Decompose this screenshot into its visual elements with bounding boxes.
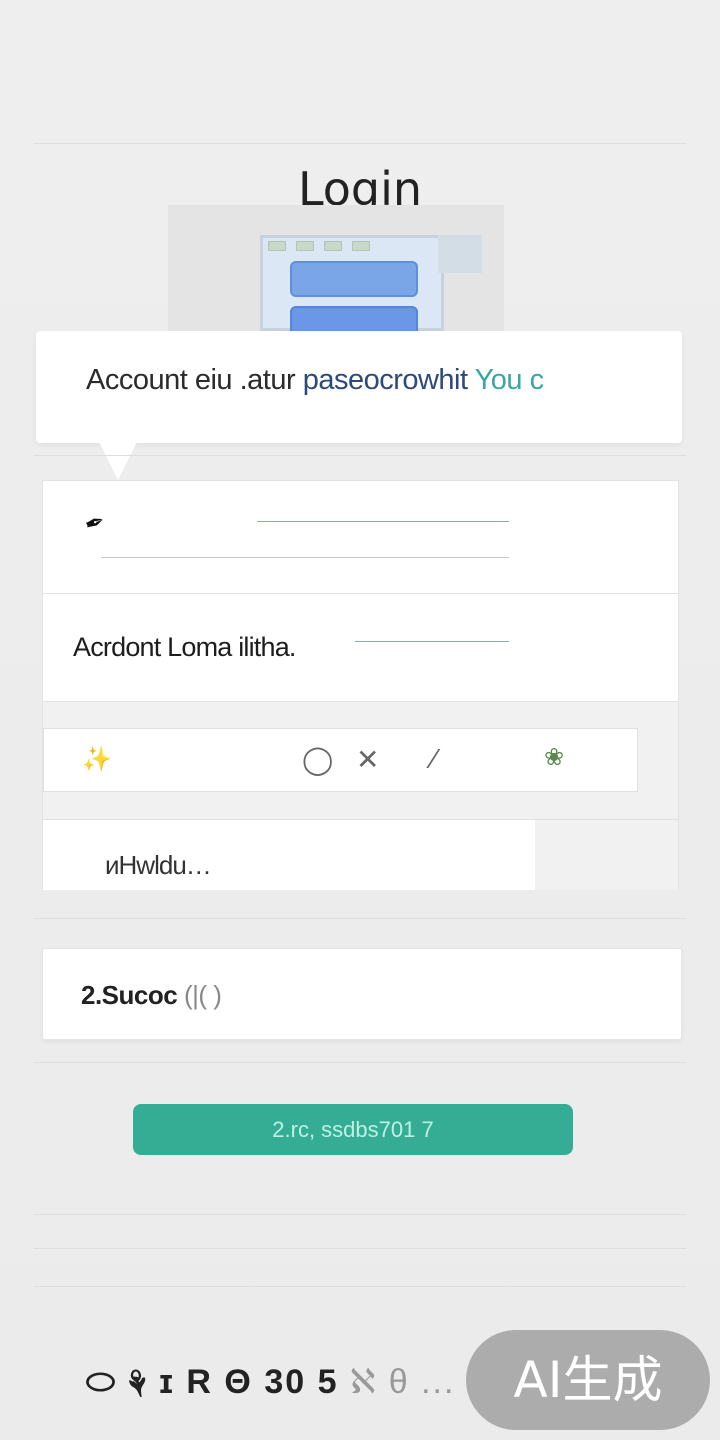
input-underline [355,641,509,642]
login-screen: Login Account eiu .atur paseocrowhit You… [0,0,720,1440]
login-illustration [168,205,504,336]
divider [34,1286,686,1287]
footer-text: ⬭ ⚘ ɪ R Θ 30 5 [86,1363,339,1401]
info-bubble: Account eiu .atur paseocrowhit You c [36,331,682,443]
login-form: ✒ Acrdont Loma ilitha. ✨ ◯ ✕ ⁄ ❀ иHwldu… [42,480,679,890]
illustration-chip [296,241,314,251]
password-mask-glyph: ◯ [302,744,334,775]
info-text-part: You c [467,364,545,396]
account-label: Acrdont Loma ilitha. [73,632,296,662]
plant-icon: ❀ [544,744,565,771]
info-text-link[interactable]: paseocrowhit [303,364,468,396]
card-label: 2.Sucoc (|( ) [81,980,222,1011]
divider [34,143,686,144]
footer-icons[interactable]: ⬭ ⚘ ɪ R Θ 30 5 ℵ θ ... [86,1362,455,1402]
footer-text-faded: ℵ θ ... [338,1363,456,1401]
hint-row: иHwldu… [43,820,678,890]
illustration-chip [268,241,286,251]
account-row[interactable]: Acrdont Loma ilitha. [43,594,678,702]
success-card[interactable]: 2.Sucoc (|( ) [42,948,682,1040]
illustration-chip [352,241,370,251]
illustration-side-panel [438,235,482,273]
input-underline [257,521,509,522]
password-mask-glyph: ⁄ [432,743,437,774]
info-text-part: Account eiu .atur [86,364,303,396]
key-icon: ✨ [82,746,112,773]
divider [34,455,686,456]
hint-box[interactable]: иHwldu… [43,820,535,890]
divider [34,1248,686,1249]
pen-icon: ✒ [80,507,110,540]
password-field[interactable]: ✨ ◯ ✕ ⁄ ❀ [43,728,638,792]
username-row[interactable]: ✒ [43,481,678,594]
illustration-button [290,261,418,297]
card-label-suffix: (|( ) [177,980,222,1010]
bubble-pointer [98,440,138,480]
divider [34,1062,686,1063]
illustration-chip [324,241,342,251]
close-icon[interactable]: ✕ [356,743,379,776]
submit-button[interactable]: 2.rc, ssdbs701 7 [133,1104,573,1155]
password-row: ✨ ◯ ✕ ⁄ ❀ [43,702,678,820]
hint-text: иHwldu… [105,850,212,880]
input-underline [101,557,509,558]
divider [34,918,686,919]
divider [34,1214,686,1215]
card-label-text: 2.Sucoc [81,980,178,1010]
info-text: Account eiu .atur paseocrowhit You c [86,364,544,397]
ai-generated-watermark: AI生成 [466,1330,710,1430]
